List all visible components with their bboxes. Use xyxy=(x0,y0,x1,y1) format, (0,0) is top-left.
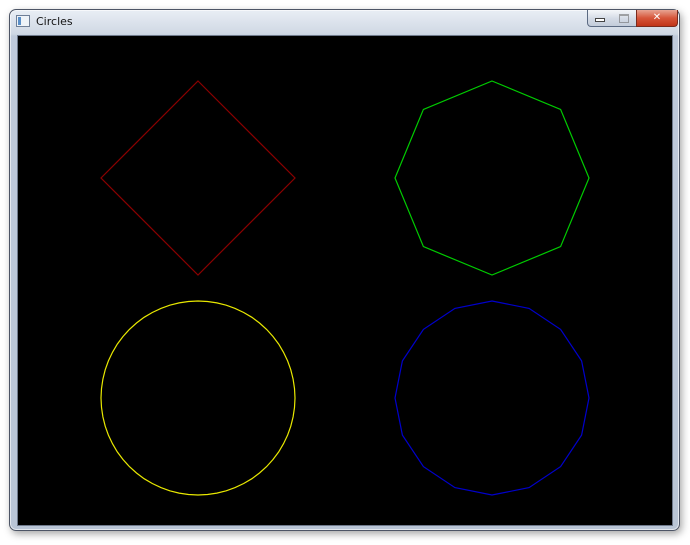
shape-red-4-sided xyxy=(100,80,296,276)
shape-blue-16-sided xyxy=(394,300,590,496)
app-window: Circles ✕ xyxy=(9,9,680,531)
shape-yellow-circle xyxy=(100,300,296,496)
minimize-icon xyxy=(595,18,605,22)
app-window-icon[interactable] xyxy=(16,15,30,27)
close-button[interactable]: ✕ xyxy=(636,10,678,27)
canvas-svg xyxy=(100,80,590,496)
shape-green-8-sided xyxy=(394,80,590,276)
drawing-canvas[interactable] xyxy=(17,35,673,526)
window-title: Circles xyxy=(36,15,73,28)
title-bar[interactable]: Circles ✕ xyxy=(10,10,679,34)
maximize-icon xyxy=(619,14,629,23)
minimize-button[interactable] xyxy=(587,10,613,27)
close-icon: ✕ xyxy=(652,12,662,23)
maximize-button[interactable] xyxy=(612,10,637,27)
